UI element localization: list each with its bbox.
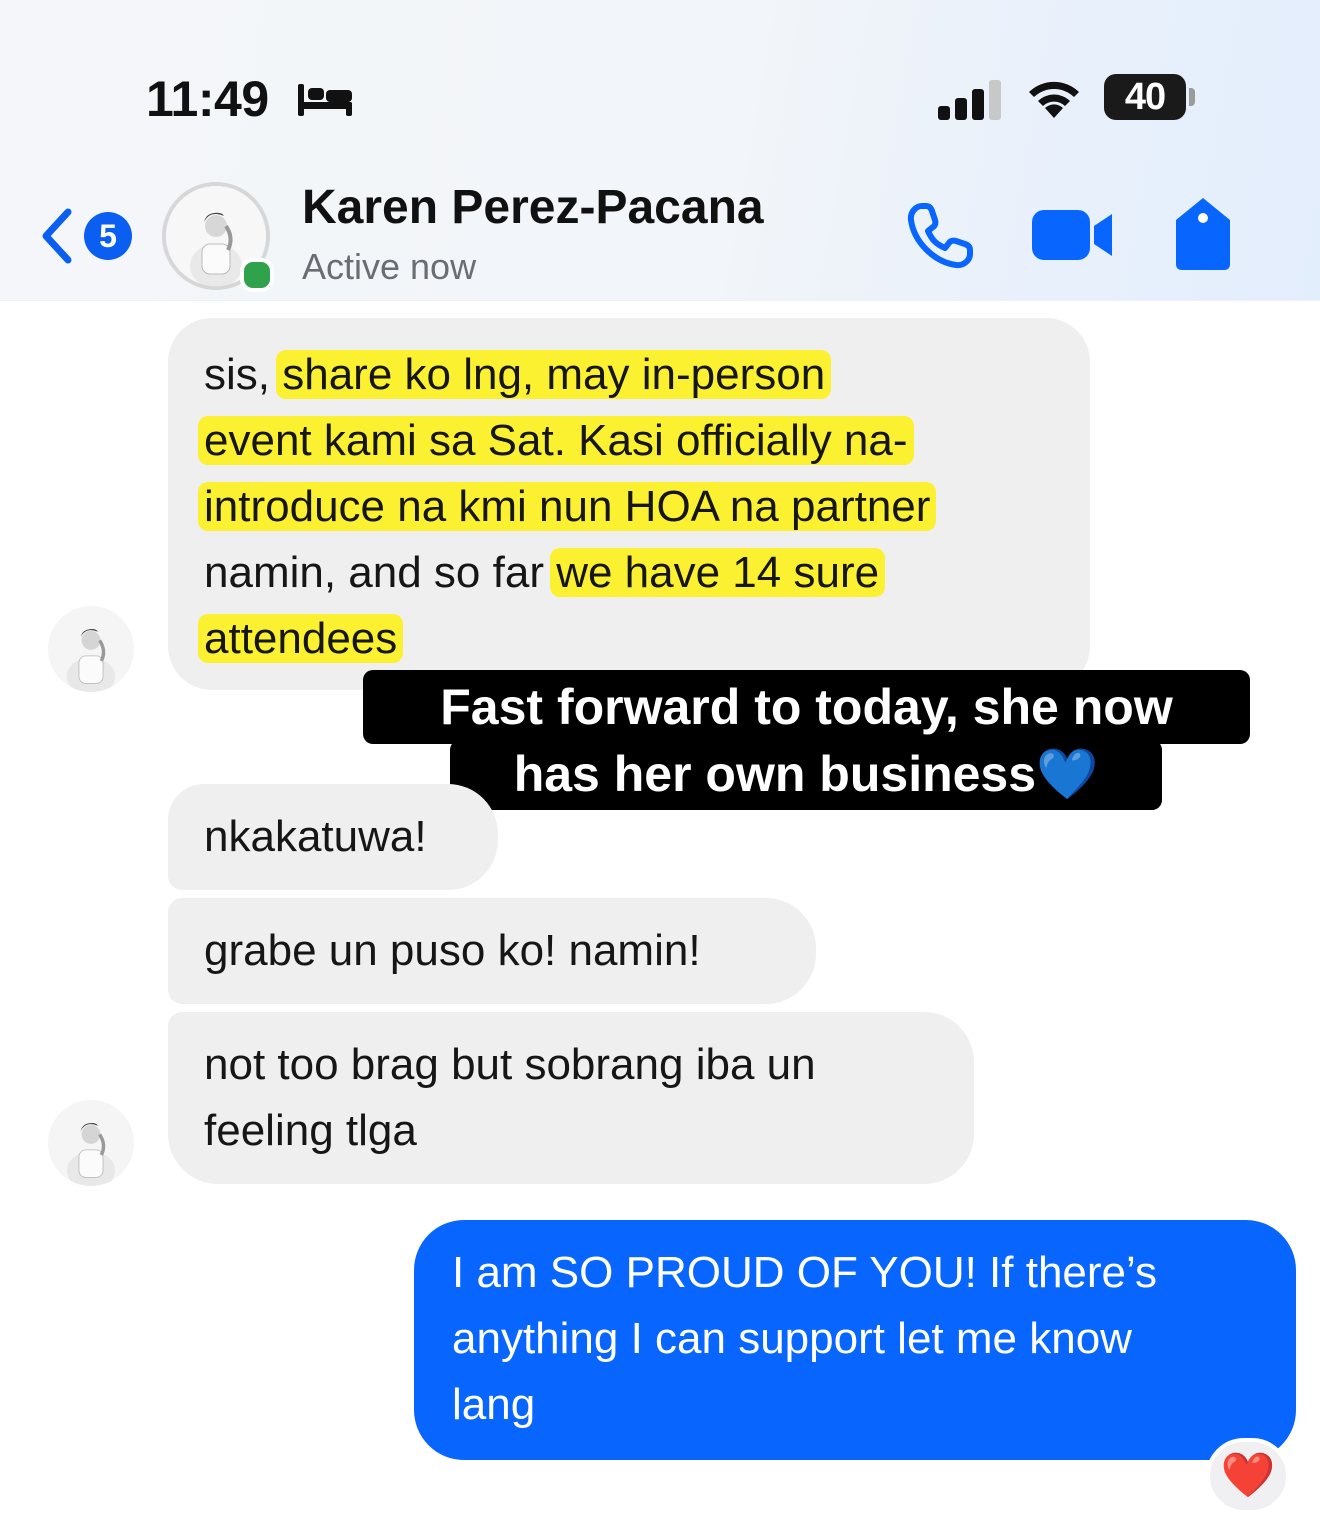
story-caption-line-2: has her own business💙 (450, 740, 1162, 810)
message-line: not too brag but sobrang iba un (204, 1040, 816, 1089)
outgoing-message[interactable]: I am SO PROUD OF YOU! If there’s anythin… (414, 1220, 1296, 1460)
message-text: sis, (204, 350, 283, 399)
battery-level: 40 (1124, 76, 1166, 118)
tag-icon[interactable] (1172, 196, 1234, 272)
phone-call-icon[interactable] (904, 200, 976, 272)
highlighted-text: event kami sa Sat. Kasi officially na- (198, 416, 914, 465)
highlighted-text: we have 14 sure (550, 548, 886, 597)
sender-avatar[interactable] (48, 1100, 134, 1186)
highlighted-text: share ko lng, may in-person (276, 350, 832, 399)
message-text: nkakatuwa! (204, 812, 427, 861)
bed-icon (298, 84, 352, 116)
wifi-icon (1029, 81, 1079, 118)
highlighted-text: introduce na kmi nun HOA na partner (198, 482, 937, 531)
avatar-photo (48, 606, 134, 692)
message-line: attendees (198, 606, 1054, 672)
message-line: feeling tlga (204, 1106, 417, 1155)
back-chevron-icon[interactable] (38, 206, 76, 266)
message-line: namin, and so far we have 14 sure (204, 540, 1054, 606)
incoming-message[interactable]: not too brag but sobrang iba un feeling … (168, 1012, 974, 1184)
sender-avatar[interactable] (48, 606, 134, 692)
signal-icon (938, 80, 1001, 120)
avatar-photo (48, 1100, 134, 1186)
incoming-message[interactable]: grabe un puso ko! namin! (168, 898, 816, 1004)
message-line: anything I can support let me know (452, 1314, 1132, 1363)
message-line: lang (452, 1380, 536, 1429)
story-caption-line-1: Fast forward to today, she now (363, 670, 1250, 744)
battery-cap (1189, 88, 1195, 106)
status-time: 11:49 (146, 71, 269, 127)
heart-reaction-icon[interactable]: ❤️ (1206, 1438, 1290, 1514)
incoming-message[interactable]: sis, share ko lng, may in-person event k… (168, 318, 1090, 690)
message-line: introduce na kmi nun HOA na partner (198, 474, 1054, 540)
message-line: event kami sa Sat. Kasi officially na- (198, 408, 1054, 474)
message-text: namin, and so far (204, 548, 557, 597)
highlighted-text: attendees (198, 614, 404, 663)
video-call-icon[interactable] (1030, 206, 1116, 264)
message-text: grabe un puso ko! namin! (204, 926, 701, 975)
message-line: I am SO PROUD OF YOU! If there’s (452, 1248, 1157, 1297)
unread-count-badge[interactable]: 5 (84, 212, 132, 260)
online-status-dot (240, 258, 274, 292)
battery-icon: 40 (1104, 74, 1186, 120)
contact-status: Active now (302, 246, 477, 287)
contact-name[interactable]: Karen Perez-Pacana (302, 180, 764, 235)
message-line: sis, share ko lng, may in-person (204, 342, 1054, 408)
incoming-message[interactable]: nkakatuwa! (168, 784, 498, 890)
